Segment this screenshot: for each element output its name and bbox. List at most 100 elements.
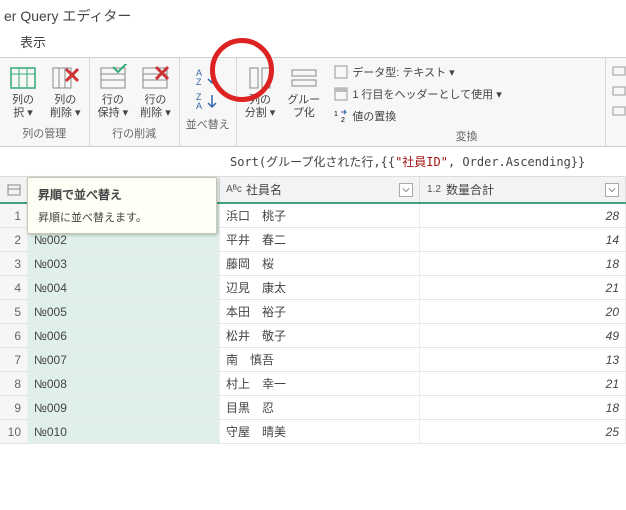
cell-name[interactable]: 浜口 桃子 xyxy=(220,204,420,227)
cell-qty[interactable]: 18 xyxy=(420,396,626,419)
table-row[interactable]: 7№007南 慎吾13 xyxy=(0,348,626,372)
cell-name[interactable]: 村上 幸一 xyxy=(220,372,420,395)
cell-qty[interactable]: 25 xyxy=(420,420,626,443)
svg-text:A: A xyxy=(196,101,202,110)
filter-dropdown-qty[interactable] xyxy=(605,183,619,197)
replace-values-icon: 12 xyxy=(334,109,348,123)
cell-id[interactable]: №009 xyxy=(28,396,220,419)
replace-values-button[interactable]: 12 値の置換 xyxy=(334,108,599,124)
group-label-column-manage: 列の管理 xyxy=(22,125,66,141)
cell-name[interactable]: 南 慎吾 xyxy=(220,348,420,371)
cell-qty[interactable]: 20 xyxy=(420,300,626,323)
cell-name[interactable]: 藤岡 桜 xyxy=(220,252,420,275)
table-row[interactable]: 5№005本田 裕子20 xyxy=(0,300,626,324)
column-header-qty[interactable]: 1.2 数量合計 xyxy=(420,177,626,202)
cell-id[interactable]: №004 xyxy=(28,276,220,299)
replace-values-label: 値の置換 xyxy=(352,108,396,124)
filter-dropdown-name[interactable] xyxy=(399,183,413,197)
type-indicator-number: 1.2 xyxy=(426,184,442,195)
data-type-label: データ型: テキスト ▾ xyxy=(352,64,454,80)
table-icon xyxy=(9,64,37,92)
group-by-button[interactable]: グルー プ化 xyxy=(285,62,322,121)
group-label-row-reduce: 行の削減 xyxy=(112,125,156,141)
ribbon-group-split-group: 列の 分割 ▾ グルー プ化 xyxy=(237,58,329,146)
column-label-qty: 数量合計 xyxy=(446,181,494,198)
table-row[interactable]: 3№003藤岡 桜18 xyxy=(0,252,626,276)
split-column-label: 列の 分割 ▾ xyxy=(245,94,276,119)
use-first-row-header-button[interactable]: 1 行目をヘッダーとして使用 ▾ xyxy=(334,86,599,102)
cell-id[interactable]: №006 xyxy=(28,324,220,347)
data-type-dropdown[interactable]: データ型: テキスト ▾ xyxy=(334,64,599,80)
group-label-sort: 並べ替え xyxy=(186,116,230,132)
corner-cell[interactable] xyxy=(0,177,28,202)
cell-id[interactable]: №008 xyxy=(28,372,220,395)
keep-rows-label: 行の 保持 ▾ xyxy=(98,94,129,119)
row-number: 1 xyxy=(0,204,28,227)
misc-icon xyxy=(612,104,626,118)
cell-qty[interactable]: 21 xyxy=(420,372,626,395)
cell-id[interactable]: №010 xyxy=(28,420,220,443)
remove-column-icon xyxy=(51,64,79,92)
sort-ascending-tooltip: 昇順で並べ替え 昇順に並べ替えます。 xyxy=(27,177,217,234)
group-by-icon xyxy=(290,64,318,92)
select-columns-label: 列の 択 ▾ xyxy=(12,94,34,119)
cell-name[interactable]: 守屋 晴美 xyxy=(220,420,420,443)
row-number: 8 xyxy=(0,372,28,395)
cell-qty[interactable]: 13 xyxy=(420,348,626,371)
select-columns-button[interactable]: 列の 択 ▾ xyxy=(6,62,40,121)
cell-qty[interactable]: 14 xyxy=(420,228,626,251)
table-row[interactable]: 6№006松井 敬子49 xyxy=(0,324,626,348)
remove-columns-button[interactable]: 列の 削除 ▾ xyxy=(48,62,83,121)
cell-name[interactable]: 松井 敬子 xyxy=(220,324,420,347)
first-row-header-label: 1 行目をヘッダーとして使用 ▾ xyxy=(352,86,501,102)
svg-text:2: 2 xyxy=(341,117,345,123)
table-row[interactable]: 10№010守屋 晴美25 xyxy=(0,420,626,444)
row-number: 10 xyxy=(0,420,28,443)
keep-rows-icon xyxy=(99,64,127,92)
cell-id[interactable]: №005 xyxy=(28,300,220,323)
table-icon xyxy=(7,183,21,197)
cell-qty[interactable]: 18 xyxy=(420,252,626,275)
table-row[interactable]: 4№004辺見 康太21 xyxy=(0,276,626,300)
remove-columns-label: 列の 削除 ▾ xyxy=(50,94,81,119)
tooltip-body: 昇順に並べ替えます。 xyxy=(38,209,206,225)
formula-text: Sort(グループ化された行,{{"社員ID", Order.Ascending… xyxy=(230,153,585,170)
cell-id[interactable]: №003 xyxy=(28,252,220,275)
ribbon-group-transform: データ型: テキスト ▾ 1 行目をヘッダーとして使用 ▾ 12 値の置換 変換 xyxy=(328,58,606,146)
first-row-header-icon xyxy=(334,87,348,101)
cell-qty[interactable]: 49 xyxy=(420,324,626,347)
menu-view[interactable]: 表示 xyxy=(20,35,46,50)
cell-name[interactable]: 辺見 康太 xyxy=(220,276,420,299)
row-number: 7 xyxy=(0,348,28,371)
ribbon-group-column-manage: 列の 択 ▾ 列の 削除 ▾ 列の管理 xyxy=(0,58,90,146)
tooltip-title: 昇順で並べ替え xyxy=(38,186,206,203)
group-label-transform: 変換 xyxy=(456,128,478,144)
cell-name[interactable]: 本田 裕子 xyxy=(220,300,420,323)
sort-descending-button[interactable]: ZA xyxy=(192,90,224,112)
sort-ascending-button[interactable]: AZ xyxy=(192,66,224,88)
cell-qty[interactable]: 28 xyxy=(420,204,626,227)
cell-name[interactable]: 平井 春二 xyxy=(220,228,420,251)
formula-bar[interactable]: Sort(グループ化された行,{{"社員ID", Order.Ascending… xyxy=(0,147,626,177)
split-column-button[interactable]: 列の 分割 ▾ xyxy=(243,62,278,121)
row-number: 5 xyxy=(0,300,28,323)
cell-name[interactable]: 目黒 忍 xyxy=(220,396,420,419)
sort-desc-icon: ZA xyxy=(194,92,222,110)
table-row[interactable]: 8№008村上 幸一21 xyxy=(0,372,626,396)
group-by-label: グルー プ化 xyxy=(287,94,320,119)
table-row[interactable]: 9№009目黒 忍18 xyxy=(0,396,626,420)
keep-rows-button[interactable]: 行の 保持 ▾ xyxy=(96,62,131,121)
row-number: 3 xyxy=(0,252,28,275)
cell-id[interactable]: №007 xyxy=(28,348,220,371)
row-number: 9 xyxy=(0,396,28,419)
row-number: 6 xyxy=(0,324,28,347)
misc-icon xyxy=(612,64,626,78)
column-header-name[interactable]: Aᴮc社員名 xyxy=(220,177,420,202)
remove-rows-label: 行の 削除 ▾ xyxy=(140,94,171,119)
row-number: 2 xyxy=(0,228,28,251)
cell-qty[interactable]: 21 xyxy=(420,276,626,299)
remove-rows-button[interactable]: 行の 削除 ▾ xyxy=(138,62,173,121)
split-column-icon xyxy=(246,64,274,92)
window-title: er Query エディター xyxy=(0,0,626,28)
column-label-name: 社員名 xyxy=(246,181,282,198)
